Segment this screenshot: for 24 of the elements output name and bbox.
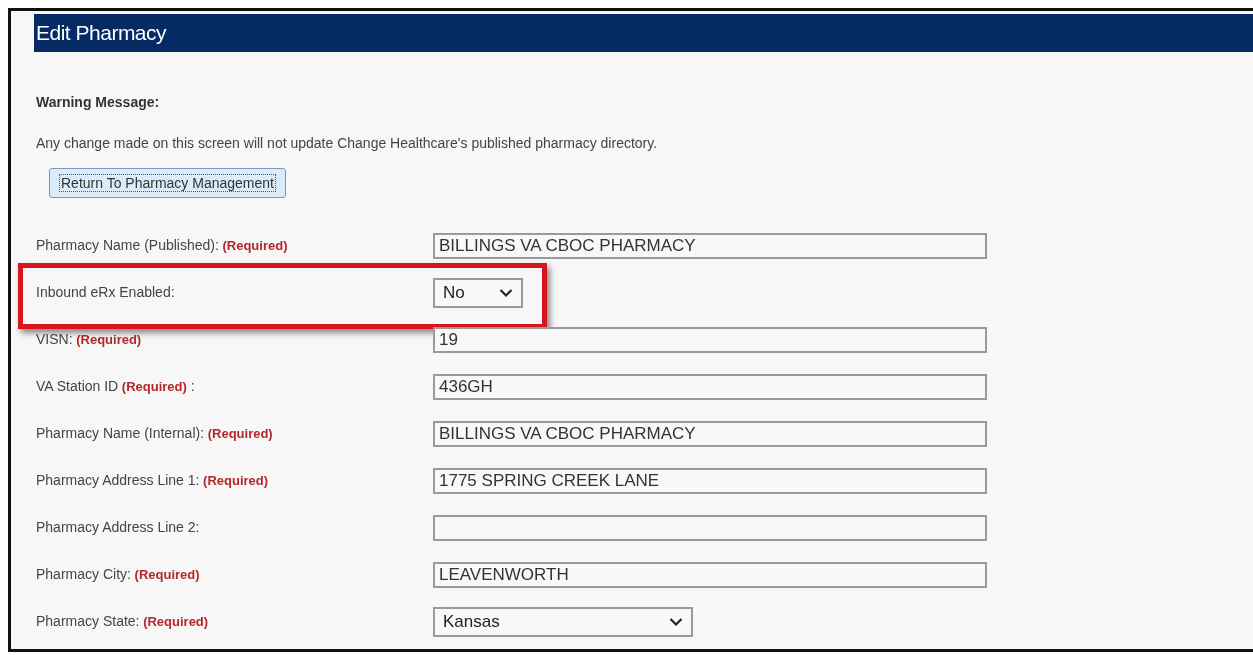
return-button[interactable]: Return To Pharmacy Management [49, 168, 286, 198]
field-label: VA Station ID (Required) : [36, 377, 196, 396]
text-field[interactable] [433, 514, 987, 541]
field-label: Inbound eRx Enabled: [36, 283, 176, 302]
dropdown[interactable]: Kansas [433, 606, 693, 637]
warning-text: Any change made on this screen will not update Change Healthcare's published pharmacy directory. [36, 134, 659, 153]
text-field[interactable]: 1775 SPRING CREEK LANE [433, 467, 987, 494]
text-field[interactable]: BILLINGS VA CBOC PHARMACY [433, 420, 987, 447]
dropdown[interactable]: No [433, 277, 523, 308]
text-field[interactable]: 436GH [433, 373, 987, 400]
field-label: Pharmacy Address Line 1: (Required) [36, 471, 270, 490]
field-label: Pharmacy Name (Published): (Required) [36, 236, 289, 255]
field-label: VISN: (Required) [36, 330, 143, 349]
text-field[interactable]: 19 [433, 326, 987, 353]
page-title: Edit Pharmacy [36, 20, 167, 47]
field-label: Pharmacy State: (Required) [36, 612, 210, 631]
chevron-down-icon [669, 616, 683, 627]
field-label: Pharmacy Address Line 2: [36, 518, 201, 537]
text-field[interactable]: LEAVENWORTH [433, 561, 987, 588]
field-label: Pharmacy City: (Required) [36, 565, 201, 584]
field-label: Pharmacy Name (Internal): (Required) [36, 424, 274, 443]
chevron-down-icon [499, 287, 513, 298]
text-field[interactable]: BILLINGS VA CBOC PHARMACY [433, 232, 987, 259]
warning-title: Warning Message: [36, 93, 161, 112]
